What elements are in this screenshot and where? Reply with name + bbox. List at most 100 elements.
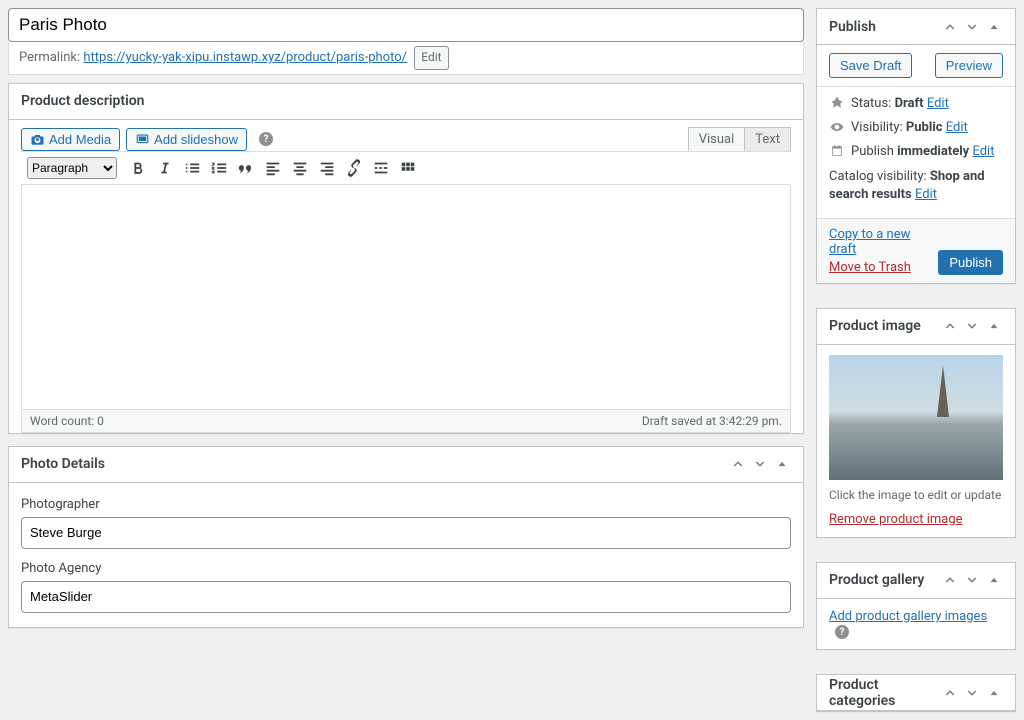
move-up-button[interactable] bbox=[941, 684, 959, 702]
permalink-edit-button[interactable]: Edit bbox=[414, 46, 448, 70]
publish-title: Publish bbox=[829, 19, 876, 35]
remove-product-image-link[interactable]: Remove product image bbox=[829, 512, 963, 527]
chevron-down-icon bbox=[965, 686, 979, 700]
save-draft-button[interactable]: Save Draft bbox=[829, 53, 912, 78]
move-up-button[interactable] bbox=[941, 18, 959, 36]
product-gallery-box: Product gallery Add product gallery imag… bbox=[816, 562, 1016, 651]
format-select[interactable]: Paragraph bbox=[27, 157, 117, 179]
camera-icon bbox=[30, 132, 45, 147]
caret-up-icon bbox=[987, 319, 1001, 333]
photo-details-title: Photo Details bbox=[21, 456, 105, 472]
caret-up-icon bbox=[775, 457, 789, 471]
publish-box: Publish Save Draft Preview Status: Draft… bbox=[816, 8, 1016, 284]
numbered-list-button[interactable] bbox=[207, 156, 231, 180]
move-down-button[interactable] bbox=[963, 684, 981, 702]
product-title-input[interactable] bbox=[8, 8, 804, 42]
move-up-button[interactable] bbox=[941, 317, 959, 335]
read-more-icon bbox=[372, 159, 390, 177]
bold-icon bbox=[129, 159, 147, 177]
link-button[interactable] bbox=[342, 156, 366, 180]
chevron-down-icon bbox=[965, 573, 979, 587]
numbered-list-icon bbox=[210, 159, 228, 177]
move-down-button[interactable] bbox=[963, 571, 981, 589]
permalink-row: Permalink: https://yucky-yak-xipu.instaw… bbox=[8, 42, 804, 75]
chevron-up-icon bbox=[943, 20, 957, 34]
toggle-panel-button[interactable] bbox=[985, 18, 1003, 36]
product-gallery-title: Product gallery bbox=[829, 572, 924, 588]
toggle-panel-button[interactable] bbox=[985, 317, 1003, 335]
italic-icon bbox=[156, 159, 174, 177]
pin-icon bbox=[829, 95, 845, 111]
align-center-icon bbox=[291, 159, 309, 177]
edit-schedule-link[interactable]: Edit bbox=[972, 144, 994, 159]
add-media-button[interactable]: Add Media bbox=[21, 128, 120, 151]
photographer-label: Photographer bbox=[21, 497, 791, 512]
preview-button[interactable]: Preview bbox=[935, 53, 1003, 78]
product-categories-box: Product categories bbox=[816, 674, 1016, 712]
align-center-button[interactable] bbox=[288, 156, 312, 180]
bold-button[interactable] bbox=[126, 156, 150, 180]
caret-up-icon bbox=[987, 686, 1001, 700]
product-image-box: Product image Click the image to edit or… bbox=[816, 308, 1016, 538]
agency-input[interactable] bbox=[21, 581, 791, 613]
chevron-down-icon bbox=[965, 20, 979, 34]
move-down-button[interactable] bbox=[963, 18, 981, 36]
product-image-hint: Click the image to edit or update bbox=[829, 488, 1003, 502]
move-up-button[interactable] bbox=[941, 571, 959, 589]
photo-details-box: Photo Details Photographer Photo Agency bbox=[8, 446, 804, 628]
read-more-button[interactable] bbox=[369, 156, 393, 180]
product-image-thumbnail[interactable] bbox=[829, 355, 1003, 480]
edit-catalog-link[interactable]: Edit bbox=[915, 187, 937, 202]
slideshow-icon bbox=[135, 132, 150, 147]
permalink-label: Permalink: bbox=[19, 50, 80, 65]
caret-up-icon bbox=[987, 573, 1001, 587]
product-image-title: Product image bbox=[829, 318, 921, 334]
toggle-panel-button[interactable] bbox=[985, 684, 1003, 702]
toggle-panel-button[interactable] bbox=[773, 455, 791, 473]
caret-up-icon bbox=[987, 20, 1001, 34]
edit-status-link[interactable]: Edit bbox=[927, 96, 949, 111]
link-icon bbox=[345, 159, 363, 177]
bullet-list-icon bbox=[183, 159, 201, 177]
edit-visibility-link[interactable]: Edit bbox=[946, 120, 968, 135]
move-down-button[interactable] bbox=[751, 455, 769, 473]
product-categories-title: Product categories bbox=[829, 677, 941, 709]
chevron-up-icon bbox=[943, 319, 957, 333]
chevron-up-icon bbox=[943, 573, 957, 587]
eye-icon bbox=[829, 119, 845, 135]
help-icon[interactable]: ? bbox=[835, 625, 849, 639]
toolbar-toggle-icon bbox=[399, 159, 417, 177]
tab-text[interactable]: Text bbox=[745, 127, 791, 151]
copy-draft-link[interactable]: Copy to a new draft bbox=[829, 227, 938, 257]
chevron-up-icon bbox=[731, 457, 745, 471]
align-right-button[interactable] bbox=[315, 156, 339, 180]
italic-button[interactable] bbox=[153, 156, 177, 180]
permalink-base[interactable]: https://yucky-yak-xipu.instawp.xyz/produ… bbox=[83, 50, 407, 65]
move-trash-link[interactable]: Move to Trash bbox=[829, 260, 938, 275]
quote-icon bbox=[237, 159, 255, 177]
product-description-box: Product description Add Media Add slides… bbox=[8, 83, 804, 434]
help-icon[interactable]: ? bbox=[259, 132, 273, 146]
toggle-panel-button[interactable] bbox=[985, 571, 1003, 589]
align-right-icon bbox=[318, 159, 336, 177]
add-gallery-images-link[interactable]: Add product gallery images bbox=[829, 609, 987, 624]
calendar-icon bbox=[829, 143, 845, 159]
bullet-list-button[interactable] bbox=[180, 156, 204, 180]
publish-button[interactable]: Publish bbox=[938, 250, 1003, 275]
draft-saved-status: Draft saved at 3:42:29 pm. bbox=[642, 414, 782, 428]
move-up-button[interactable] bbox=[729, 455, 747, 473]
editor-content-area[interactable] bbox=[21, 185, 791, 410]
align-left-button[interactable] bbox=[261, 156, 285, 180]
photographer-input[interactable] bbox=[21, 517, 791, 549]
align-left-icon bbox=[264, 159, 282, 177]
move-down-button[interactable] bbox=[963, 317, 981, 335]
chevron-up-icon bbox=[943, 686, 957, 700]
editor-toolbar: Paragraph bbox=[21, 151, 791, 185]
tab-visual[interactable]: Visual bbox=[688, 127, 746, 151]
chevron-down-icon bbox=[753, 457, 767, 471]
chevron-down-icon bbox=[965, 319, 979, 333]
blockquote-button[interactable] bbox=[234, 156, 258, 180]
toolbar-toggle-button[interactable] bbox=[396, 156, 420, 180]
word-count: Word count: 0 bbox=[30, 414, 104, 428]
add-slideshow-button[interactable]: Add slideshow bbox=[126, 128, 247, 151]
